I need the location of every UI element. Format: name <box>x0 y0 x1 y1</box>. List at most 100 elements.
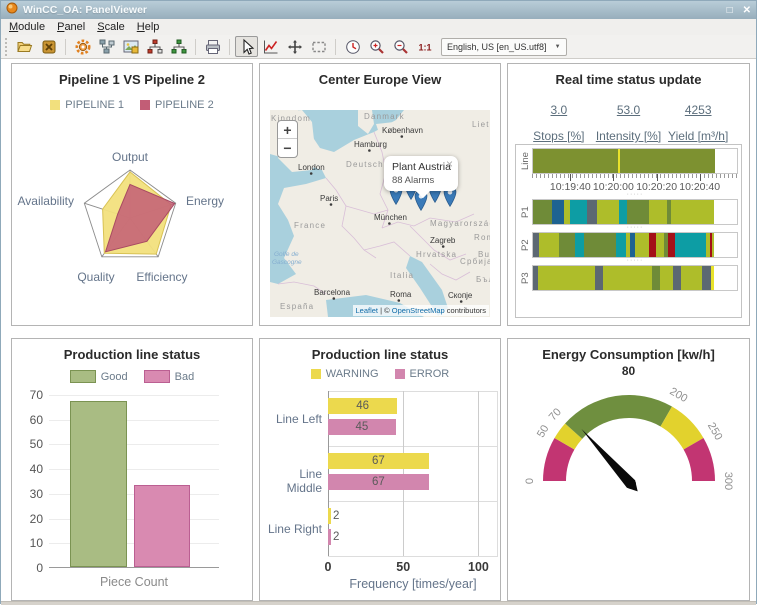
map-label: Danmark <box>364 112 405 121</box>
one-to-one-icon[interactable]: 1:1 <box>413 36 436 57</box>
trend-icon[interactable] <box>259 36 282 57</box>
map-label: Gascogne <box>272 259 302 266</box>
move-icon[interactable] <box>283 36 306 57</box>
zoom-in-button[interactable]: + <box>278 121 297 139</box>
hbar-category: Line Right <box>262 522 322 536</box>
map-label: Hamburg <box>354 140 387 149</box>
radar-title: Pipeline 1 VS Pipeline 2 <box>12 72 252 87</box>
timeline-row-p3: P3 <box>519 265 738 291</box>
toolbar-separator <box>335 39 336 55</box>
toolbar-separator <box>65 39 66 55</box>
bar-legend: Good Bad <box>12 370 252 383</box>
splitter-grip[interactable]: ····· <box>532 258 738 265</box>
map-canvas: KingdomDanmarkKøbenhavnLietuvHamburgLond… <box>270 110 490 317</box>
splitter-grip[interactable]: ····· <box>532 225 738 232</box>
timeline-chart: Line10:19:4010:20:0010:20:2010:20:40····… <box>515 144 742 318</box>
map-label: München <box>374 213 407 222</box>
bar-xlabel: Piece Count <box>49 575 219 589</box>
zoom-out-icon[interactable] <box>389 36 412 57</box>
timeline-row-p2: P2 <box>519 232 738 258</box>
open-folder-icon[interactable] <box>13 36 36 57</box>
popup-close-icon[interactable]: × <box>446 157 453 171</box>
map-label: Lietuv <box>472 120 490 129</box>
menu-item-scale[interactable]: Scale <box>97 21 125 33</box>
titlebar[interactable]: WinCC_OA: PanelViewer □ ✕ <box>1 1 756 19</box>
europe-map[interactable]: KingdomDanmarkKøbenhavnLietuvHamburgLond… <box>270 110 490 317</box>
print-icon[interactable] <box>201 36 224 57</box>
popup-alarms: 88 Alarms <box>392 175 452 186</box>
zoom-out-button[interactable]: − <box>278 139 297 157</box>
hbar-warning <box>328 508 331 524</box>
legend-label-bad: Bad <box>175 371 195 383</box>
gauge-title: Energy Consumption [kw/h] <box>508 347 749 362</box>
map-label: Buc <box>478 250 490 259</box>
status-strip <box>1 601 756 605</box>
gear-icon[interactable] <box>71 36 94 57</box>
toolbar-grip[interactable] <box>4 38 9 56</box>
cursor-icon[interactable] <box>235 36 258 57</box>
attribution-suffix: contributors <box>445 306 486 315</box>
gauge-value: 80 <box>508 364 749 378</box>
toolbar-icons: 1:1 <box>13 36 436 57</box>
radar-legend: PIPELINE 1 PIPELINE 2 <box>12 99 252 111</box>
close-button[interactable]: ✕ <box>743 5 751 16</box>
stop-icon[interactable] <box>37 36 60 57</box>
map-label: Скопје <box>448 291 473 300</box>
panel-hbar: Production line status WARNING ERROR 050… <box>259 338 501 601</box>
hbar-error <box>328 529 331 545</box>
osm-link[interactable]: OpenStreetMap <box>392 306 445 315</box>
intensity-value[interactable]: 53.0 <box>594 103 664 117</box>
legend-label-good: Good <box>101 371 128 383</box>
bar-bad <box>134 485 190 567</box>
tree-green-icon[interactable] <box>167 36 190 57</box>
radar-axis-efficiency: Efficiency <box>136 270 187 284</box>
svg-text:300: 300 <box>722 472 734 490</box>
map-title: Center Europe View <box>260 72 500 87</box>
legend-label-pipeline2: PIPELINE 2 <box>155 99 214 111</box>
legend-label-error: ERROR <box>410 368 450 380</box>
map-label: Deutschl <box>346 160 387 169</box>
select-rect-icon[interactable] <box>307 36 330 57</box>
svg-text:70: 70 <box>547 406 564 423</box>
menu-item-module[interactable]: Module <box>9 21 45 33</box>
menubar: Module Panel Scale Help <box>1 19 756 35</box>
yield-value[interactable]: 4253 <box>663 103 733 117</box>
popup-title: Plant Austria <box>392 161 452 173</box>
intensity-label[interactable]: Intensity [%] <box>596 129 661 143</box>
menu-item-help[interactable]: Help <box>137 21 160 33</box>
legend-swatch-good <box>70 370 96 383</box>
legend-swatch-warning <box>311 369 321 379</box>
zoom-in-icon[interactable] <box>365 36 388 57</box>
map-attribution: Leaflet | © OpenStreetMap contributors <box>353 305 490 316</box>
svg-text:250: 250 <box>705 421 725 443</box>
svg-text:200: 200 <box>668 385 690 405</box>
language-select[interactable]: English, US [en_US.utf8] ▼ <box>441 38 567 56</box>
menu-item-panel[interactable]: Panel <box>57 21 85 33</box>
legend-swatch-error <box>395 369 405 379</box>
timeline-row-p1: P1 <box>519 199 738 225</box>
image-icon[interactable] <box>119 36 142 57</box>
svg-text:0: 0 <box>524 478 536 484</box>
hbar-chart: 050100Line Left4645Line Middle6767Line R… <box>328 391 498 556</box>
legend-swatch-pipeline1 <box>50 100 60 110</box>
window-title: WinCC_OA: PanelViewer <box>23 4 147 16</box>
tree-red-icon[interactable] <box>143 36 166 57</box>
map-zoom-control: + − <box>277 120 298 158</box>
splitter-grip[interactable]: ····· <box>532 192 738 199</box>
modules-icon[interactable] <box>95 36 118 57</box>
panel-gauge: Energy Consumption [kw/h] 80 05070200250… <box>507 338 750 601</box>
maximize-button[interactable]: □ <box>727 5 733 16</box>
leaflet-link[interactable]: Leaflet <box>356 306 379 315</box>
stops-label[interactable]: Stops [%] <box>533 129 584 143</box>
stops-value[interactable]: 3.0 <box>524 103 594 117</box>
hbar-category: Line Left <box>262 412 322 426</box>
toolbar-separator <box>195 39 196 55</box>
map-label: Italia <box>390 271 414 280</box>
panelviewer-window: WinCC_OA: PanelViewer □ ✕ Module Panel Sca… <box>0 0 757 604</box>
yield-label[interactable]: Yield [m³/h] <box>668 129 728 143</box>
clock-icon[interactable] <box>341 36 364 57</box>
panel-map: Center Europe View KingdomDanmarkKøbenha… <box>259 63 501 326</box>
dashboard: Pipeline 1 VS Pipeline 2 PIPELINE 1 PIPE… <box>1 59 756 601</box>
bar-good <box>70 401 127 567</box>
bar-title: Production line status <box>12 347 252 362</box>
